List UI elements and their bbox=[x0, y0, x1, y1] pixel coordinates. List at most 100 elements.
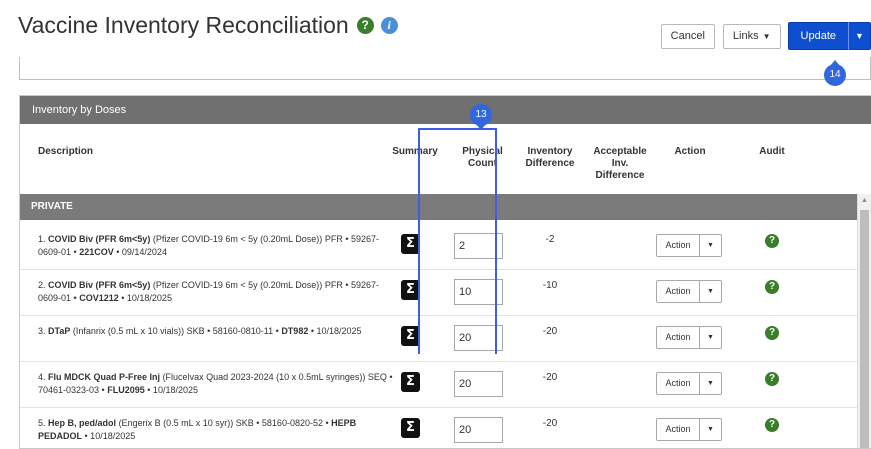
summary-sigma-icon[interactable]: Σ bbox=[401, 326, 420, 346]
column-description: Description bbox=[38, 146, 93, 158]
row-vaccine-name: COVID Biv (PFR 6m<5y) bbox=[48, 234, 151, 244]
inventory-difference-value: -2 bbox=[545, 234, 555, 245]
summary-sigma-icon[interactable]: Σ bbox=[401, 234, 420, 254]
physical-count-input[interactable] bbox=[454, 325, 503, 351]
links-dropdown-button[interactable]: Links ▼ bbox=[722, 23, 781, 49]
column-action: Action bbox=[666, 146, 714, 158]
top-collapsed-panel bbox=[19, 57, 871, 80]
action-dropdown-label: Action bbox=[657, 281, 700, 302]
row-date: • 10/18/2025 bbox=[310, 326, 362, 336]
table-row: 4. Flu MDCK Quad P-Free Inj (Flucelvax Q… bbox=[20, 362, 858, 408]
physical-count-input[interactable] bbox=[454, 417, 503, 443]
table-row: 5. Hep B, ped/adol (Engerix B (0.5 mL x … bbox=[20, 408, 858, 448]
column-description-label: Description bbox=[38, 146, 94, 157]
action-dropdown-label: Action bbox=[657, 235, 700, 256]
physical-count-input[interactable] bbox=[454, 233, 503, 259]
action-dropdown-label: Action bbox=[657, 373, 700, 394]
row-date: • 10/18/2025 bbox=[121, 293, 172, 303]
column-physical-count: Physical Count bbox=[455, 146, 510, 170]
table-row: 2. COVID Biv (PFR 6m<5y) (Pfizer COVID-1… bbox=[20, 270, 858, 316]
column-acceptable-line1: Acceptable bbox=[593, 146, 647, 157]
section-private: PRIVATE bbox=[20, 194, 858, 220]
row-description: 4. Flu MDCK Quad P-Free Inj (Flucelvax Q… bbox=[38, 371, 393, 397]
row-lot: DT982 bbox=[281, 326, 309, 336]
chevron-down-icon: ▼ bbox=[707, 242, 714, 249]
update-button[interactable]: Update ▼ bbox=[787, 22, 871, 50]
callout-13-badge: 13 bbox=[470, 104, 492, 130]
row-detail: (Pfizer COVID-19 6m < 5y (0.20mL Dose)) bbox=[152, 280, 323, 290]
sigma-glyph: Σ bbox=[406, 282, 415, 297]
row-number: 2. bbox=[38, 280, 46, 290]
links-button-label: Links bbox=[732, 30, 759, 42]
chevron-down-icon: ▼ bbox=[707, 380, 714, 387]
audit-help-icon[interactable]: ? bbox=[765, 280, 779, 294]
cancel-button[interactable]: Cancel bbox=[660, 23, 715, 49]
cancel-button-label: Cancel bbox=[670, 30, 705, 42]
callout-14-badge: 14 bbox=[824, 60, 846, 86]
action-dropdown[interactable]: Action ▼ bbox=[656, 234, 722, 257]
action-dropdown-label: Action bbox=[657, 327, 700, 348]
action-dropdown[interactable]: Action ▼ bbox=[656, 418, 722, 441]
row-detail: (Engerix B (0.5 mL x 10 syr)) SKB • 5816… bbox=[118, 418, 329, 428]
chevron-down-icon: ▼ bbox=[707, 426, 714, 433]
physical-count-input[interactable] bbox=[454, 371, 503, 397]
inventory-panel: Inventory by Doses Description Summary P… bbox=[19, 95, 871, 449]
row-date: • 10/18/2025 bbox=[147, 385, 198, 395]
column-action-label: Action bbox=[674, 146, 706, 157]
summary-sigma-icon[interactable]: Σ bbox=[401, 418, 420, 438]
action-dropdown[interactable]: Action ▼ bbox=[656, 280, 722, 303]
info-icon[interactable]: i bbox=[380, 17, 398, 34]
row-number: 4. bbox=[38, 372, 46, 382]
column-inventory-difference-line1: Inventory bbox=[527, 146, 573, 157]
sigma-glyph: Σ bbox=[406, 328, 415, 343]
chevron-down-icon: ▼ bbox=[707, 288, 714, 295]
action-dropdown-label: Action bbox=[657, 419, 700, 440]
page-title: Vaccine Inventory Reconciliation ? i bbox=[18, 12, 398, 39]
sigma-glyph: Σ bbox=[406, 374, 415, 389]
inventory-difference-value: -20 bbox=[542, 418, 558, 429]
row-description: 2. COVID Biv (PFR 6m<5y) (Pfizer COVID-1… bbox=[38, 279, 393, 305]
scrollbar[interactable]: ▲ bbox=[857, 194, 871, 448]
scrollbar-thumb[interactable] bbox=[860, 210, 869, 448]
chevron-down-icon: ▼ bbox=[762, 31, 771, 41]
row-number: 5. bbox=[38, 418, 46, 428]
row-description: 3. DTaP (Infanrix (0.5 mL x 10 vials)) S… bbox=[38, 325, 393, 338]
inventory-difference-value: -20 bbox=[542, 326, 558, 337]
row-vaccine-name: COVID Biv (PFR 6m<5y) bbox=[48, 280, 151, 290]
row-detail: (Infanrix (0.5 mL x 10 vials)) SKB • 581… bbox=[72, 326, 279, 336]
inventory-difference-value: -10 bbox=[542, 280, 558, 291]
column-audit: Audit bbox=[750, 146, 794, 158]
chevron-down-icon: ▼ bbox=[707, 334, 714, 341]
audit-help-icon[interactable]: ? bbox=[765, 326, 779, 340]
update-split-chevron-icon[interactable]: ▼ bbox=[848, 22, 870, 50]
summary-sigma-icon[interactable]: Σ bbox=[401, 280, 420, 300]
physical-count-input[interactable] bbox=[454, 279, 503, 305]
row-number: 1. bbox=[38, 234, 46, 244]
audit-help-icon[interactable]: ? bbox=[765, 372, 779, 386]
panel-header: Inventory by Doses bbox=[20, 96, 871, 124]
column-acceptable-line2: Inv. bbox=[611, 158, 629, 169]
column-inventory-difference: Inventory Difference bbox=[520, 146, 580, 170]
column-summary-label: Summary bbox=[392, 146, 438, 157]
column-summary: Summary bbox=[390, 146, 440, 158]
update-button-label: Update bbox=[800, 30, 836, 42]
row-vaccine-name: Hep B, ped/adol bbox=[48, 418, 117, 428]
sigma-glyph: Σ bbox=[406, 420, 415, 435]
audit-help-icon[interactable]: ? bbox=[765, 418, 779, 432]
help-icon[interactable]: ? bbox=[356, 17, 374, 34]
column-audit-label: Audit bbox=[759, 146, 785, 157]
column-physical-count-line1: Physical bbox=[462, 146, 503, 157]
action-dropdown[interactable]: Action ▼ bbox=[656, 326, 722, 349]
row-description: 5. Hep B, ped/adol (Engerix B (0.5 mL x … bbox=[38, 417, 393, 443]
column-physical-count-line2: Count bbox=[468, 158, 497, 169]
row-detail: (Pfizer COVID-19 6m < 5y (0.20mL Dose)) bbox=[152, 234, 323, 244]
page-title-text: Vaccine Inventory Reconciliation bbox=[18, 12, 349, 38]
table-row: 1. COVID Biv (PFR 6m<5y) (Pfizer COVID-1… bbox=[20, 224, 858, 270]
row-lot: COV1212 bbox=[79, 293, 119, 303]
scroll-up-arrow-icon[interactable]: ▲ bbox=[858, 194, 871, 208]
action-dropdown[interactable]: Action ▼ bbox=[656, 372, 722, 395]
column-acceptable-difference: Acceptable Inv. Difference bbox=[587, 146, 653, 182]
row-vaccine-name: DTaP bbox=[48, 326, 71, 336]
audit-help-icon[interactable]: ? bbox=[765, 234, 779, 248]
summary-sigma-icon[interactable]: Σ bbox=[401, 372, 420, 392]
